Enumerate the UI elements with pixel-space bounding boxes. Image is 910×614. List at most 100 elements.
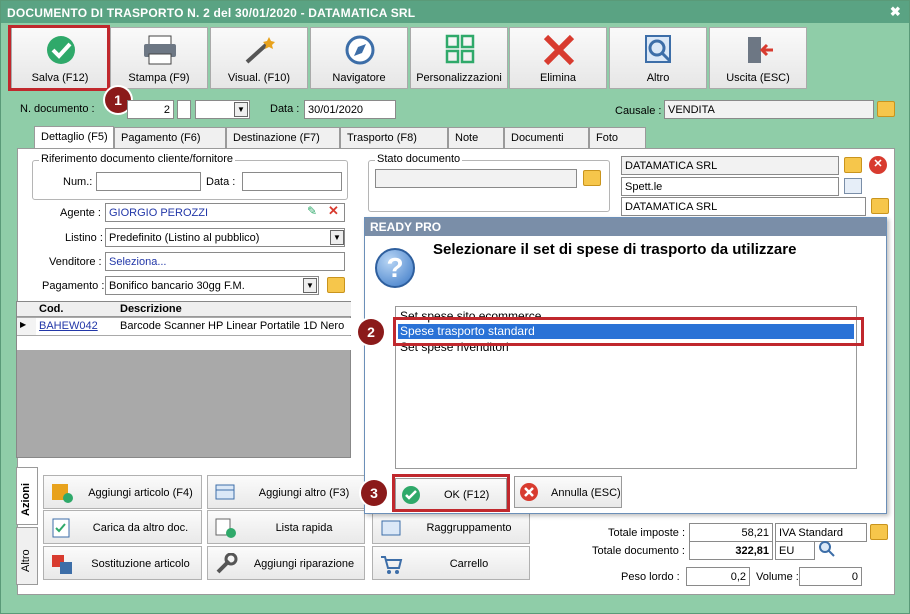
payment-select[interactable]: Bonifico bancario 30gg F.M. [105,276,319,295]
reference-num-label: Num.: [63,176,93,188]
cancel-icon [520,483,538,501]
step-badge-2: 2 [358,319,384,345]
folder-icon[interactable] [877,101,895,117]
navigator-button[interactable]: Navigatore [310,27,408,89]
print-button-label: Stampa (F9) [128,72,190,84]
folder-icon[interactable] [870,524,888,540]
edit-pencil-icon[interactable]: ✎ [307,204,317,218]
table-row-empty [17,336,351,350]
print-button[interactable]: Stampa (F9) [110,27,208,89]
reference-num-field[interactable] [96,172,201,191]
add-article-button[interactable]: Aggiungi articolo (F4) [43,475,202,509]
replace-article-button[interactable]: Sostituzione articolo [43,546,202,580]
seller-label: Venditore : [49,256,102,268]
add-repair-button[interactable]: Aggiungi riparazione [207,546,365,580]
exit-button[interactable]: Uscita (ESC) [709,27,807,89]
date-field[interactable]: 30/01/2020 [304,100,396,119]
table-row-description[interactable]: Barcode Scanner HP Linear Portatile 1D N… [117,318,351,335]
quick-list-button[interactable]: Lista rapida [207,510,365,544]
question-icon: ? [375,248,415,288]
compass-icon [345,35,375,65]
article-grid: Cod. Descrizione ▶ BAHEW042 Barcode Scan… [16,301,351,458]
chevron-down-icon[interactable]: ▼ [234,102,248,117]
cancel-button[interactable]: Annulla (ESC) [514,476,622,508]
vat-type-field[interactable]: IVA Standard [775,523,867,542]
volume-label: Volume : [756,571,799,583]
add-article-icon [52,484,73,503]
window-title-bar: DOCUMENTO DI TRASPORTO N. 2 del 30/01/20… [1,1,909,23]
add-other-button[interactable]: Aggiungi altro (F3) [207,475,365,509]
close-icon[interactable]: ✖ [890,4,901,20]
exit-door-icon [748,37,773,63]
cart-button[interactable]: Carrello [372,546,530,580]
date-label: Data : [270,103,300,115]
tab-pagamento[interactable]: Pagamento (F6) [114,127,226,149]
table-row-code[interactable]: BAHEW042 [36,318,117,335]
currency-field[interactable]: EU [775,541,815,560]
tab-destinazione[interactable]: Destinazione (F7) [226,127,340,149]
payment-label: Pagamento : [42,280,105,292]
customer-name-field[interactable]: DATAMATICA SRL [621,156,839,175]
tab-altro[interactable]: Altro [16,527,38,585]
status-field[interactable] [375,169,577,188]
tab-azioni[interactable]: Azioni [16,467,38,525]
document-total-field: 322,81 [689,541,773,560]
tab-dettaglio[interactable]: Dettaglio (F5) [34,126,114,150]
clear-x-icon[interactable]: ✕ [328,203,339,219]
chevron-down-icon[interactable]: ▼ [303,278,317,293]
folder-icon[interactable] [327,277,345,293]
customizations-button[interactable]: Personalizzazioni [410,27,508,89]
selection-highlight [393,317,864,346]
cancel-button-label: Annulla (ESC) [551,487,621,499]
volume-field[interactable]: 0 [799,567,862,586]
salutation-field[interactable]: Spett.le [621,177,839,196]
recipient-field[interactable]: DATAMATICA SRL [621,197,866,216]
magic-wand-icon [245,37,275,64]
gross-weight-field[interactable]: 0,2 [686,567,750,586]
doc-number-field[interactable]: 2 [127,100,174,119]
customizations-button-label: Personalizzazioni [416,72,502,84]
search-icon[interactable] [819,541,835,557]
causale-label: Causale : [615,105,662,117]
load-doc-icon [52,518,70,538]
tab-trasporto[interactable]: Trasporto (F8) [340,127,448,149]
group-button[interactable]: Raggruppamento [372,510,530,544]
seller-field[interactable]: Seleziona... [105,252,345,271]
other-button-label: Altro [646,72,670,84]
tab-note[interactable]: Note [448,127,504,149]
row-indicator-icon: ▶ [17,318,36,335]
remove-customer-icon[interactable]: ✕ [869,156,887,174]
doc-number-suffix[interactable] [177,100,191,119]
dialog-title: READY PRO [365,218,886,236]
tab-documenti[interactable]: Documenti [504,127,589,149]
reference-date-field[interactable] [242,172,342,191]
cart-icon [381,556,403,574]
exit-button-label: Uscita (ESC) [726,72,790,84]
delete-x-icon [543,34,575,66]
window-title: DOCUMENTO DI TRASPORTO N. 2 del 30/01/20… [7,6,416,20]
shipping-set-dialog: READY PRO ? Selezionare il set di spese … [364,217,887,514]
folder-icon[interactable] [844,157,862,173]
add-other-icon [215,484,235,500]
price-list-select[interactable]: Predefinito (Listino al pubblico) [105,228,345,247]
contact-card-icon[interactable] [844,178,862,194]
status-group-title: Stato documento [375,153,463,165]
tab-foto[interactable]: Foto [589,127,646,149]
chevron-down-icon[interactable]: ▼ [330,230,344,245]
folder-icon[interactable] [871,198,889,214]
tax-total-field: 58,21 [689,523,773,542]
folder-icon[interactable] [583,170,601,186]
step-badge-3: 3 [361,480,387,506]
gross-weight-label: Peso lordo : [621,571,680,583]
preview-button[interactable]: Visual. (F10) [210,27,308,89]
causale-field[interactable]: VENDITA [664,100,874,119]
other-button[interactable]: Altro [609,27,707,89]
replace-icon [52,555,72,574]
preview-button-label: Visual. (F10) [227,72,291,84]
delete-button[interactable]: Elimina [509,27,607,89]
ok-highlight [392,474,510,512]
load-from-doc-button[interactable]: Carica da altro doc. [43,510,202,544]
magnifier-icon [645,35,672,63]
reference-date-label: Data : [206,176,236,188]
document-window: DOCUMENTO DI TRASPORTO N. 2 del 30/01/20… [0,0,910,614]
